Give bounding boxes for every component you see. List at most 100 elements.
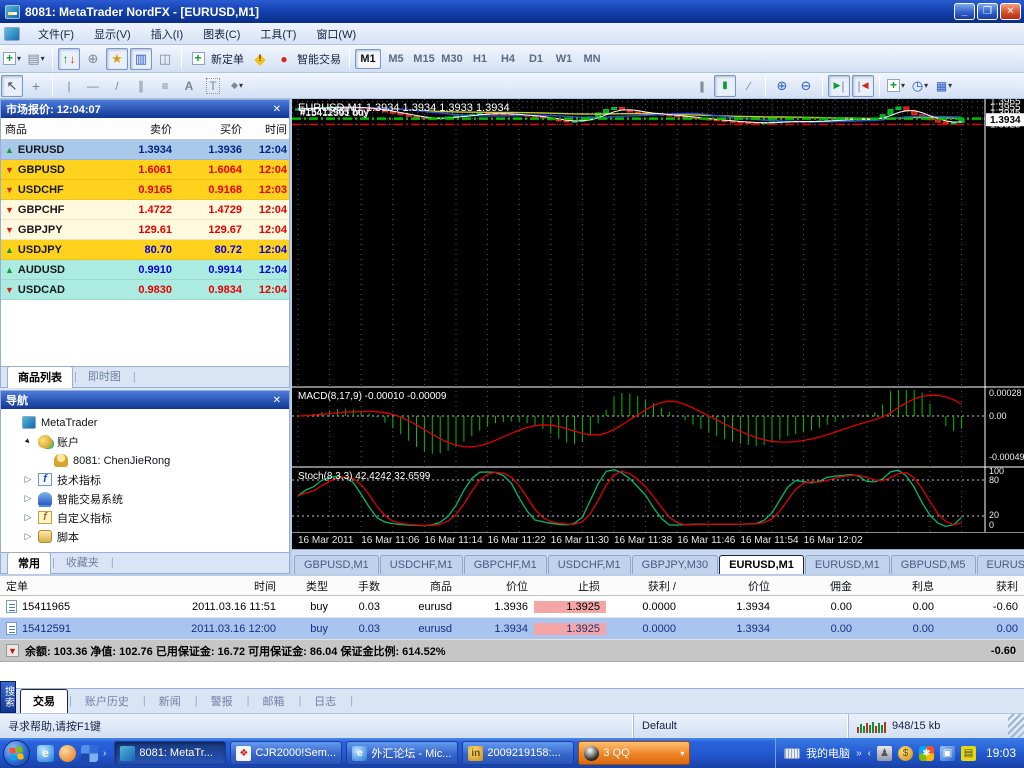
nav-item[interactable]: ▷脚本 [3,527,287,546]
tray-chart-icon[interactable]: ▤ [961,746,976,761]
taskbar-clock[interactable]: 19:03 [982,746,1016,760]
t-col-0[interactable]: 定单 [0,578,150,594]
terminal-tab[interactable]: 新闻 [146,689,194,713]
tray-moneybag-icon[interactable]: $ [898,746,913,761]
menu-window[interactable]: 窗口(W) [306,23,366,45]
chart-tab-1[interactable]: USDCHF,M1 [380,555,463,574]
market-watch-tab[interactable]: 商品列表 [7,366,73,388]
keyboard-layout-icon[interactable] [784,748,800,759]
desktop-toolbar-label[interactable]: 我的电脑 [806,745,850,761]
t-col-4[interactable]: 商品 [386,578,458,594]
market-watch-row-gbpchf[interactable]: ▼GBPCHF1.47221.472912:04 [1,200,289,220]
new-order-label[interactable]: 新定单 [211,51,244,67]
close-button[interactable]: ✕ [1000,3,1021,20]
timeframe-mn[interactable]: MN [579,49,605,69]
tray-collapse-chevron[interactable]: ‹ [868,748,871,759]
taskbar-task-1[interactable]: ❖CJR2000!Sem... [230,741,342,765]
navigator-tab[interactable]: 收藏夹 [55,551,110,573]
nav-item[interactable]: ▸账户 [3,432,287,451]
terminal-tab[interactable]: 警报 [198,689,246,713]
terminal-tab[interactable]: 日志 [301,689,349,713]
market-watch-tab[interactable]: 即时图 [77,365,132,387]
collapsed-triangle-icon[interactable]: ▷ [23,512,33,523]
taskbar-task-0[interactable]: 8081: MetaTr... [114,741,226,765]
templates-button[interactable]: ▦▾ [933,75,955,97]
chart-shift-button[interactable]: |◀ [852,75,874,97]
stochastic-indicator-pane[interactable]: 10080200Stoch(8,3,3) 42.4242 32.6599 [292,466,1024,532]
market-watch-row-usdcad[interactable]: ▼USDCAD0.98300.983412:04 [1,280,289,300]
taskbar-task-4[interactable]: 3 QQ▾ [578,741,690,765]
status-profile[interactable]: Default [633,714,848,738]
resize-grip[interactable] [1008,714,1024,738]
timeframe-h4[interactable]: H4 [495,49,521,69]
macd-indicator-pane[interactable]: 0.000280.00-0.00049MACD(8,17,9) -0.00010… [292,386,1024,466]
tray-user-icon[interactable]: ♟ [877,746,892,761]
terminal-tab[interactable]: 账户历史 [72,689,142,713]
collapsed-triangle-icon[interactable]: ▷ [23,531,33,542]
quicklaunch-overflow-chevron[interactable]: › [103,748,106,759]
navigator-toggle-button[interactable]: ▥ [130,48,152,70]
crosshair-button[interactable]: + [25,75,47,97]
text-button[interactable]: A [178,75,200,97]
main-chart-pane[interactable]: #15411965 buy#15412591 buy1.39651.39551.… [292,99,1024,386]
market-watch-row-audusd[interactable]: ▲AUDUSD0.99100.991412:04 [1,260,289,280]
restore-button[interactable]: ❐ [977,3,998,20]
line-chart-button[interactable]: ∕ [738,75,760,97]
cursor-button[interactable]: ↖ [1,75,23,97]
t-col-7[interactable]: 获利 / [606,578,682,594]
nav-item[interactable]: ▷f自定义指标 [3,508,287,527]
profiles-button[interactable]: ▤▾ [25,48,47,70]
terminal-tab[interactable]: 邮箱 [249,689,297,713]
close-icon[interactable]: ✕ [270,104,284,115]
navigator-tab[interactable]: 常用 [7,552,51,574]
candlestick-chart-button[interactable]: ▮ [714,75,736,97]
desktop-quicklaunch-icon[interactable] [81,745,98,762]
t-col-3[interactable]: 手数 [334,578,386,594]
text-label-button[interactable]: T [202,75,224,97]
chart-tab-5[interactable]: EURUSD,M1 [719,555,804,574]
t-col-2[interactable]: 类型 [282,578,334,594]
t-col-6[interactable]: 止损 [534,578,606,594]
collapsed-triangle-icon[interactable]: ▷ [23,493,33,504]
fibonacci-button[interactable]: ≡ [154,75,176,97]
timeframe-h1[interactable]: H1 [467,49,493,69]
taskbar-task-2[interactable]: e外汇论坛 - Mic... [346,741,458,765]
nav-item[interactable]: ▷智能交易系统 [3,489,287,508]
chart-tab-4[interactable]: GBPJPY,M30 [632,555,718,574]
chart-tab-0[interactable]: GBPUSD,M1 [294,555,379,574]
expert-advisors-button[interactable]: ● [273,48,295,70]
collapsed-triangle-icon[interactable]: ▷ [23,474,33,485]
expanded-triangle-icon[interactable]: ▸ [21,434,36,449]
taskbar-task-3[interactable]: in2009219158:... [462,741,574,765]
bar-chart-button[interactable]: ||| [690,75,712,97]
menu-tools[interactable]: 工具(T) [250,23,306,45]
t-col-1[interactable]: 时间 [150,578,282,594]
t-col-9[interactable]: 佣金 [776,578,858,594]
indicators-button[interactable]: +▾ [885,75,907,97]
market-watch-row-gbpjpy[interactable]: ▼GBPJPY129.61129.6712:04 [1,220,289,240]
timeframe-w1[interactable]: W1 [551,49,577,69]
menu-charts[interactable]: 图表(C) [193,23,250,45]
chart-window[interactable]: #15411965 buy#15412591 buy1.39651.39551.… [292,99,1024,574]
nav-item[interactable]: ▷f技术指标 [3,470,287,489]
auto-scroll-button[interactable]: ▶| [828,75,850,97]
start-button[interactable] [3,740,30,767]
menu-file[interactable]: 文件(F) [28,23,84,45]
periods-button[interactable]: ◷▾ [909,75,931,97]
menu-insert[interactable]: 插入(I) [141,23,193,45]
tray-network-icon[interactable]: ▣ [940,746,955,761]
chart-tab-7[interactable]: GBPUSD,M5 [891,555,976,574]
data-window-button[interactable]: ◫ [154,48,176,70]
t-col-8[interactable]: 价位 [682,578,776,594]
tick-chart-button[interactable]: ↑↓ [58,48,80,70]
horizontal-line-button[interactable]: — [82,75,104,97]
shapes-button[interactable]: ◆▾ [226,75,248,97]
docked-side-tab[interactable]: 搜索 [0,681,16,713]
zoom-out-button[interactable]: ⊖ [795,75,817,97]
timeframe-m30[interactable]: M30 [439,49,465,69]
timeframe-m1[interactable]: M1 [355,49,381,69]
messenger-quicklaunch-icon[interactable] [59,745,76,762]
timeframe-m15[interactable]: M15 [411,49,437,69]
chart-tab-3[interactable]: USDCHF,M1 [548,555,631,574]
market-watch-row-gbpusd[interactable]: ▼GBPUSD1.60611.606412:04 [1,160,289,180]
